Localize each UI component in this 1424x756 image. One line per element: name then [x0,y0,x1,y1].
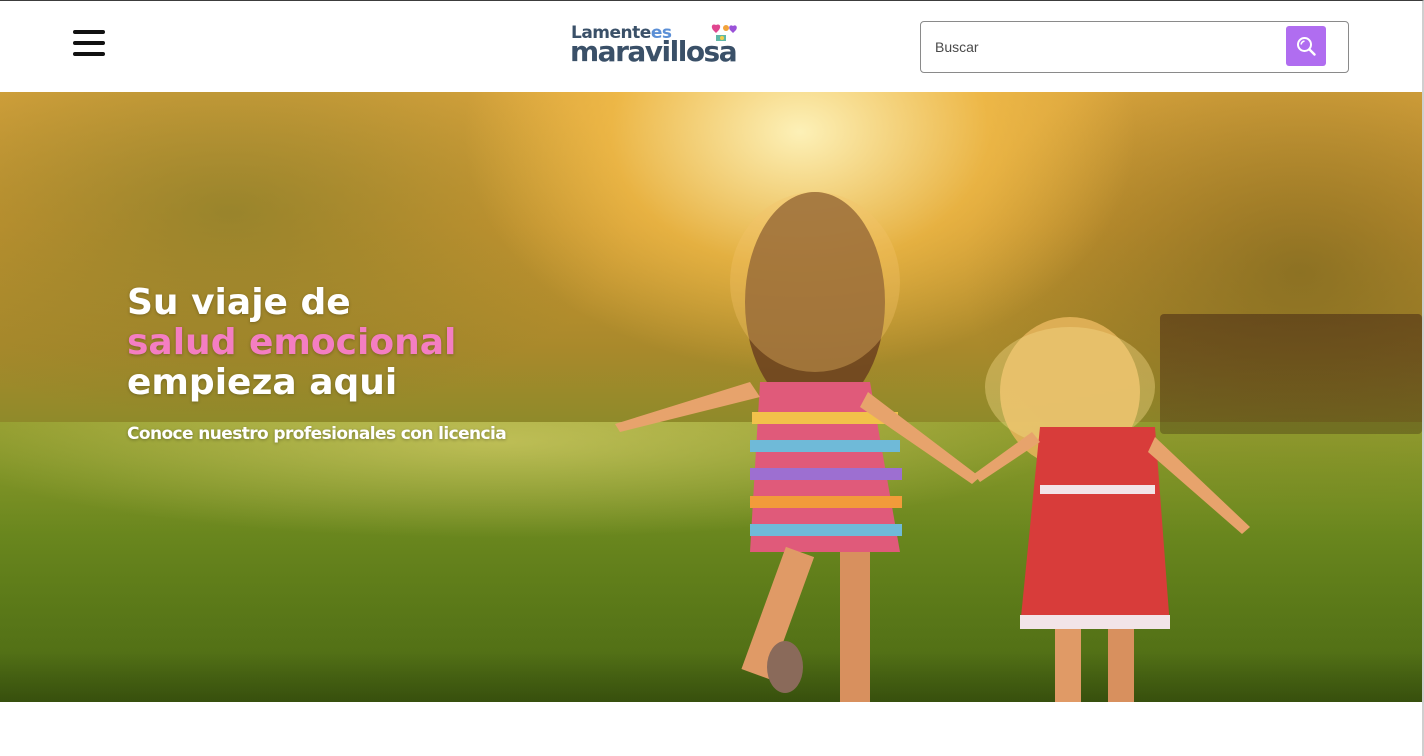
hero-subtitle: Conoce nuestro profesionales con licenci… [127,424,507,444]
page: Lamentees maravillosa Buscar Su viaje de… [0,0,1424,756]
hero-title-line-1: Su viaje de [127,282,351,323]
search-icon [1297,37,1316,56]
search-input[interactable] [935,35,1275,59]
hero-title-line-2: salud emocional [127,322,457,363]
search-bar [920,21,1349,73]
hero-title-line-3: empieza aqui [127,362,398,403]
site-header: Lamentees maravillosa [0,1,1422,91]
search-button[interactable] [1286,26,1326,66]
hamburger-menu-icon[interactable] [73,30,105,58]
hero-headline: Su viaje de salud emocional empieza aqui [127,283,547,403]
hero-banner: Su viaje de salud emocional empieza aqui… [0,92,1422,702]
children-running-illustration [615,192,1250,702]
site-logo[interactable]: Lamentees maravillosa [570,21,775,69]
logo-hearts-icon [711,24,737,41]
